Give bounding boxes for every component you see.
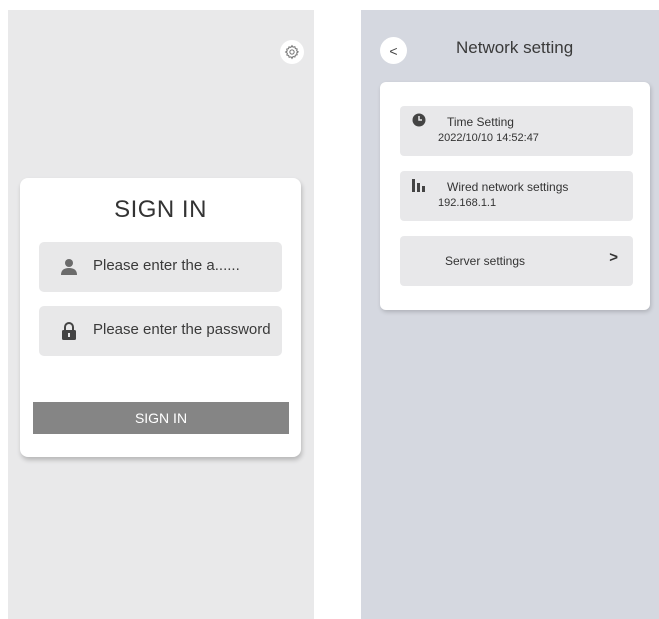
time-setting-item[interactable]: Time Setting 2022/10/10 14:52:47 <box>400 106 633 156</box>
back-button[interactable]: < <box>380 37 407 64</box>
account-placeholder: Please enter the a...... <box>93 257 240 274</box>
user-icon <box>60 258 78 276</box>
gear-icon <box>284 44 300 60</box>
time-setting-value: 2022/10/10 14:52:47 <box>438 132 539 144</box>
page-title: Network setting <box>456 38 574 57</box>
bars-icon <box>412 179 425 192</box>
account-field[interactable]: Please enter the a...... <box>39 242 282 292</box>
signin-card: SIGN IN Please enter the a...... Please … <box>20 178 301 457</box>
network-setting-screen: < Network setting Time Setting 2022/10/1… <box>361 10 659 619</box>
settings-card: Time Setting 2022/10/10 14:52:47 Wired n… <box>380 82 650 310</box>
signin-button[interactable]: SIGN IN <box>33 402 289 434</box>
server-settings-item[interactable]: Server settings > <box>400 236 633 286</box>
chevron-right-icon: > <box>609 249 618 266</box>
settings-button[interactable] <box>280 40 304 64</box>
password-field[interactable]: Please enter the password <box>39 306 282 356</box>
clock-icon <box>412 113 426 127</box>
password-placeholder: Please enter the password <box>93 321 271 338</box>
server-settings-title: Server settings <box>445 254 526 268</box>
signin-screen: SIGN IN Please enter the a...... Please … <box>8 10 314 619</box>
wired-network-title: Wired network settings <box>447 180 569 194</box>
wired-network-value: 192.168.1.1 <box>438 197 497 209</box>
wired-network-item[interactable]: Wired network settings 192.168.1.1 <box>400 171 633 221</box>
lock-icon <box>60 322 78 340</box>
signin-title: SIGN IN <box>114 196 207 223</box>
time-setting-title: Time Setting <box>447 115 514 129</box>
